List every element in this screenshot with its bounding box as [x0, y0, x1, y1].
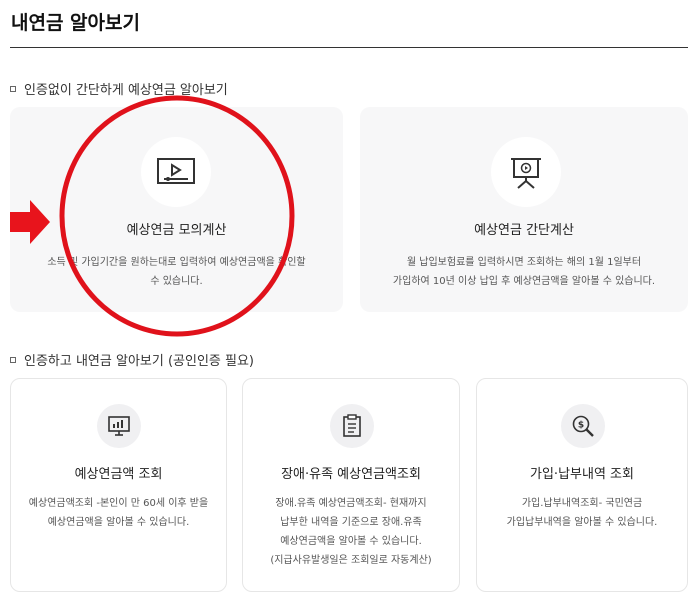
card-title: 예상연금액 조회: [74, 467, 163, 482]
page-title: 내연금 알아보기: [11, 12, 140, 34]
card-subscription-payment-inquiry[interactable]: $ 가입·납부내역 조회 가입.납부내역조회- 국민연금 가입납부내역을 알아볼…: [476, 378, 688, 592]
card-description-line: 납부한 내역을 기준으로 장애.유족: [280, 517, 422, 528]
section-heading-with-auth: 인증하고 내연금 알아보기 (공인인증 필요): [10, 350, 254, 369]
section-heading-no-auth: 인증없이 간단하게 예상연금 알아보기: [10, 79, 228, 98]
clipboard-icon: [330, 404, 374, 448]
presentation-board-icon: [491, 137, 561, 207]
card-description-line: 가입.납부내역조회- 국민연금: [521, 498, 643, 509]
section-heading-text: 인증없이 간단하게 예상연금 알아보기: [24, 83, 228, 98]
section-heading-text: 인증하고 내연금 알아보기 (공인인증 필요): [24, 354, 254, 369]
svg-text:$: $: [578, 421, 584, 431]
card-title: 예상연금 간단계산: [474, 223, 574, 238]
card-description-line: 가입납부내역을 알아볼 수 있습니다.: [506, 517, 658, 528]
card-title: 가입·납부내역 조회: [530, 467, 634, 482]
card-description-line: 소득 및 가입기간을 원하는대로 입력하여 예상연금액을 확인할: [47, 257, 306, 268]
video-screen-icon: [141, 137, 211, 207]
card-description-line: 가입하여 10년 이상 납입 후 예상연금액을 알아볼 수 있습니다.: [392, 276, 656, 287]
card-mock-calculation[interactable]: 예상연금 모의계산 소득 및 가입기간을 원하는대로 입력하여 예상연금액을 확…: [10, 107, 343, 312]
card-title: 예상연금 모의계산: [126, 223, 227, 238]
card-description-line: 예상연금액을 알아볼 수 있습니다.: [47, 517, 190, 528]
card-description-line: 장애.유족 예상연금액조회- 현재까지: [275, 498, 427, 509]
card-expected-pension-inquiry[interactable]: 예상연금액 조회 예상연금액조회 -본인이 만 60세 이후 받을 예상연금액을…: [10, 378, 227, 592]
card-title: 장애·유족 예상연금액조회: [281, 467, 421, 482]
card-description-line: (지급사유발생일은 조회일로 자동계산): [270, 555, 432, 566]
card-description-line: 월 납입보험료를 입력하시면 조회하는 해의 1월 1일부터: [406, 257, 642, 268]
title-divider: [10, 47, 688, 48]
card-description-line: 예상연금액을 알아볼 수 있습니다.: [280, 536, 422, 547]
square-bullet-icon: [10, 356, 16, 363]
card-simple-calculation[interactable]: 예상연금 간단계산 월 납입보험료를 입력하시면 조회하는 해의 1월 1일부터…: [360, 107, 688, 312]
card-description-line: 수 있습니다.: [150, 276, 203, 287]
card-disability-survivor-inquiry[interactable]: 장애·유족 예상연금액조회 장애.유족 예상연금액조회- 현재까지 납부한 내역…: [242, 378, 460, 592]
square-bullet-icon: [10, 85, 16, 92]
monitor-chart-icon: [97, 404, 141, 448]
dollar-search-icon: $: [561, 404, 605, 448]
card-description-line: 예상연금액조회 -본인이 만 60세 이후 받을: [28, 498, 209, 509]
